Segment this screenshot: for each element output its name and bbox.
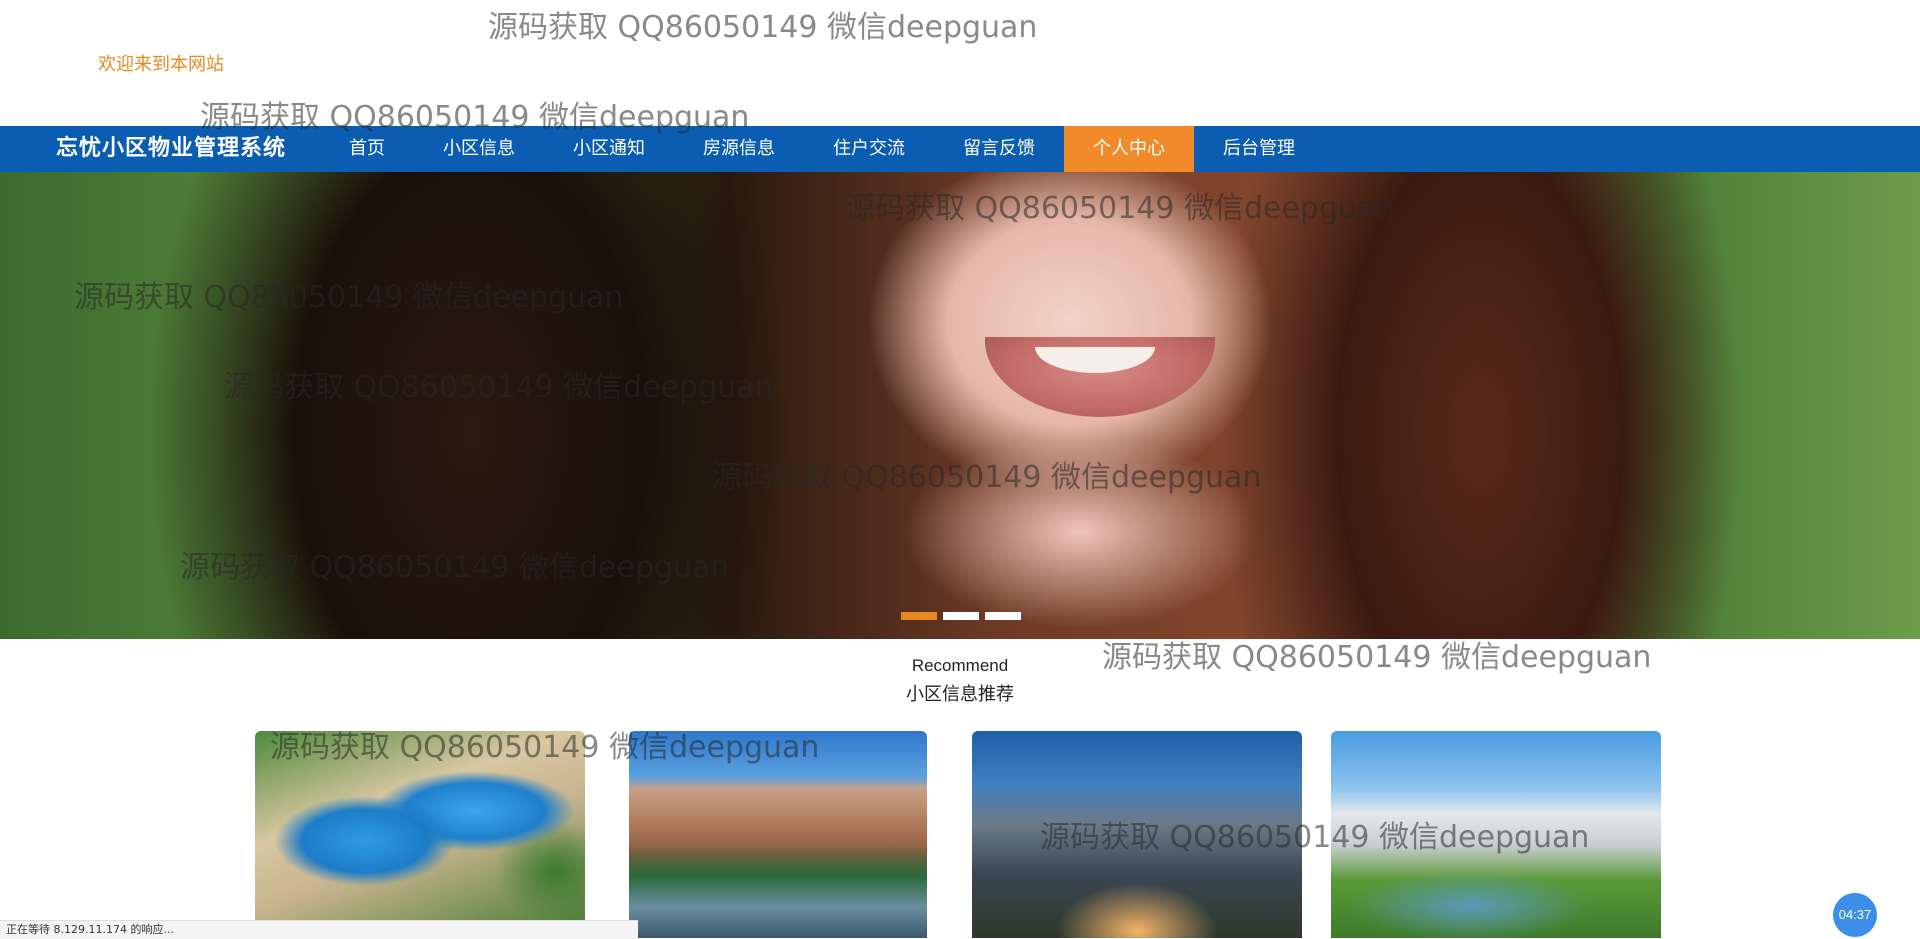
nav-item-notices[interactable]: 小区通知 [544,126,674,172]
nav-item-personal-center[interactable]: 个人中心 [1064,126,1194,172]
carousel-dot-1[interactable] [901,612,937,620]
carousel-dot-3[interactable] [985,612,1021,620]
carousel-dot-2[interactable] [943,612,979,620]
browser-status-bar: 正在等待 8.129.11.174 的响应... [0,920,638,939]
nav-item-feedback[interactable]: 留言反馈 [934,126,1064,172]
nav-item-admin[interactable]: 后台管理 [1194,126,1324,172]
nav-item-community-info[interactable]: 小区信息 [414,126,544,172]
nav-item-home[interactable]: 首页 [320,126,414,172]
recommend-card-1[interactable] [255,731,585,938]
site-brand[interactable]: 忘忧小区物业管理系统 [56,126,286,172]
welcome-text: 欢迎来到本网站 [98,54,224,75]
recommend-card-4[interactable] [1331,731,1661,938]
hero-banner[interactable] [0,172,1920,639]
timer-badge[interactable]: 04:37 [1833,893,1877,937]
main-nav: 忘忧小区物业管理系统 首页 小区信息 小区通知 房源信息 住户交流 留言反馈 个… [0,126,1920,172]
recommend-title-en: Recommend [911,656,1009,675]
recommend-title-cn: 小区信息推荐 [906,684,1014,705]
nav-item-resident-chat[interactable]: 住户交流 [804,126,934,172]
nav-item-housing[interactable]: 房源信息 [674,126,804,172]
recommend-card-2[interactable] [629,731,927,938]
top-header: 欢迎来到本网站 [0,0,1920,126]
recommend-card-3[interactable] [972,731,1302,938]
carousel-indicators [901,612,1021,620]
nav-menu: 首页 小区信息 小区通知 房源信息 住户交流 留言反馈 个人中心 后台管理 [320,126,1324,172]
